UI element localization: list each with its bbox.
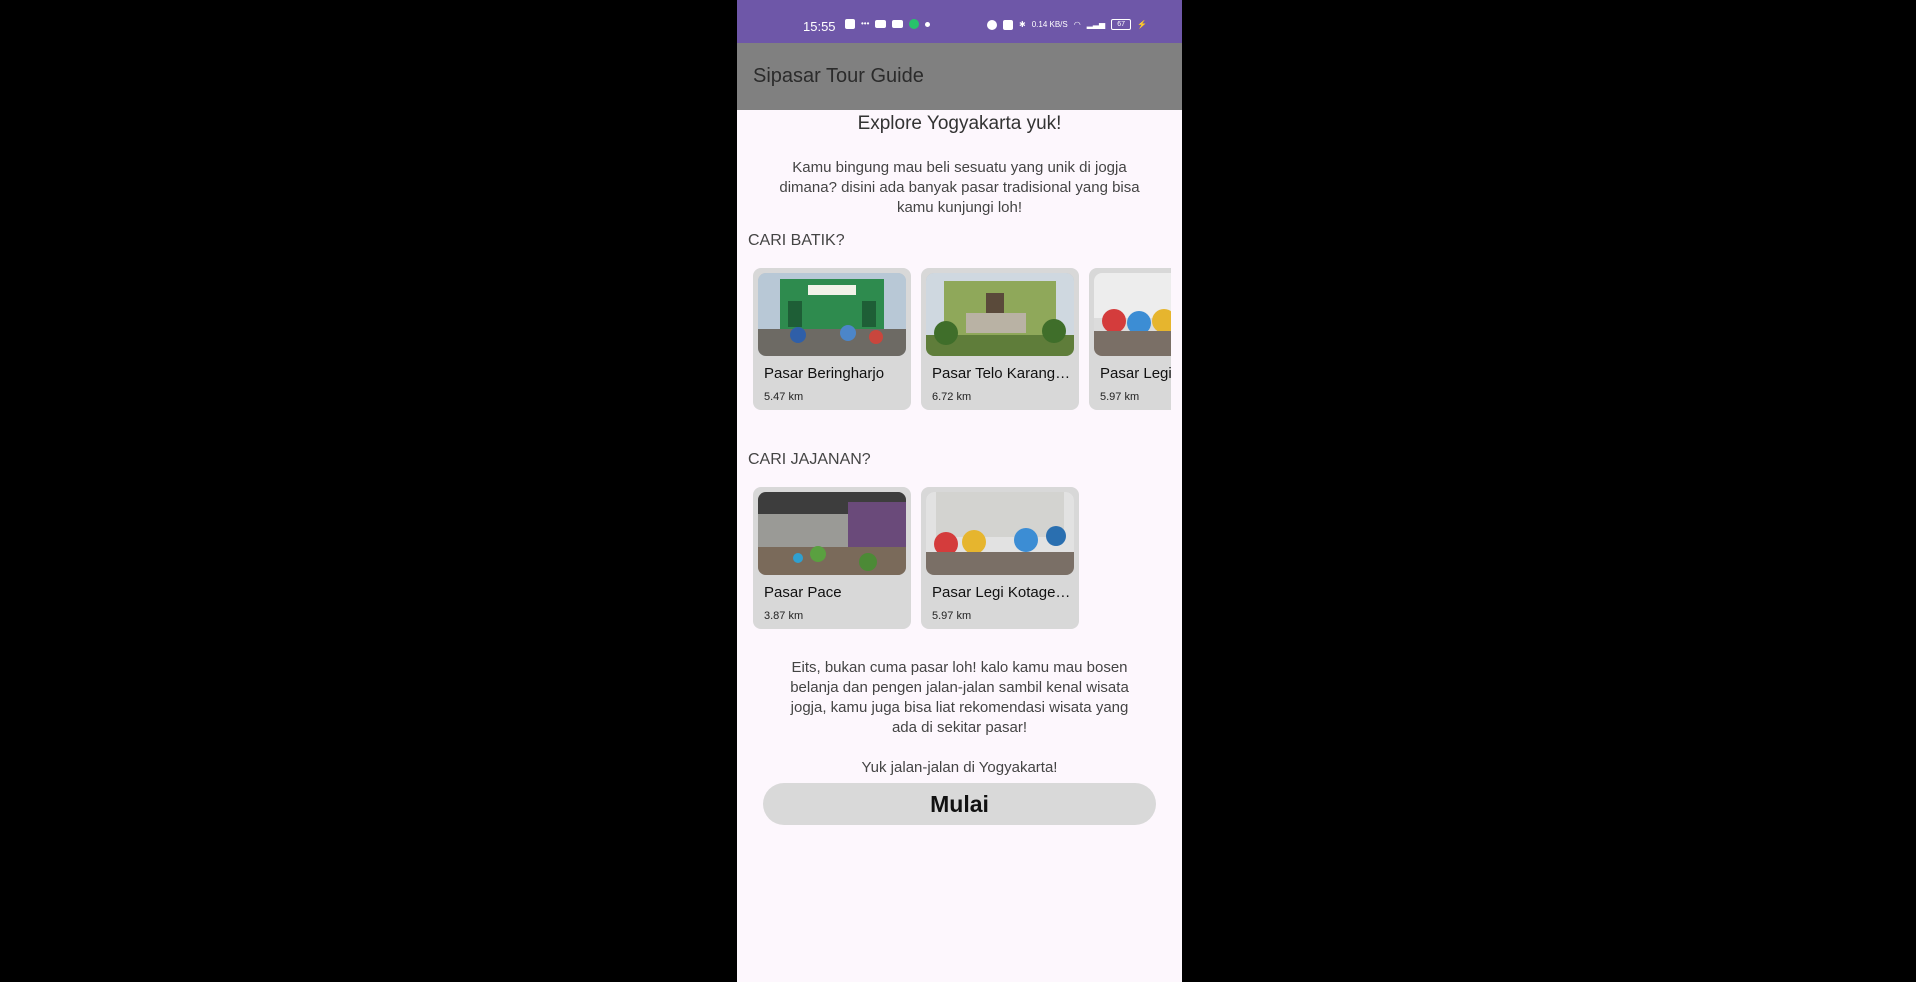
youtube-icon (892, 20, 904, 28)
network-speed: 0.14 KB/S (1031, 19, 1068, 29)
system-icons: ✱ 0.14 KB/S ◠ ▂▃▅ 67 ⚡ (987, 19, 1147, 30)
more-dots-icon: ••• (861, 19, 870, 28)
market-distance: 3.87 km (764, 610, 804, 622)
market-distance: 5.47 km (764, 391, 804, 403)
wifi-icon: ◠ (1073, 19, 1081, 29)
start-button[interactable]: Mulai (763, 783, 1156, 825)
market-name: Pasar Legi Kotagede (1100, 365, 1171, 382)
battery-icon: 67 (1111, 19, 1132, 30)
market-photo (758, 492, 906, 575)
section-label-batik: CARI BATIK? (748, 232, 845, 249)
market-photo (926, 273, 1074, 356)
market-photo (1094, 273, 1171, 356)
vibrate-icon (1003, 19, 1013, 30)
market-card[interactable]: Pasar Legi Kotagede 5.97 km (1089, 268, 1171, 410)
phone-screen: 15:55 ••• ✱ 0.14 KB/S ◠ ▂▃▅ 67 ⚡ Sipasar… (737, 0, 1182, 982)
market-name: Pasar Beringharjo (764, 365, 885, 382)
market-distance: 5.97 km (932, 610, 972, 622)
alarm-icon (987, 19, 997, 30)
message-icon (845, 19, 855, 29)
cta-text: Yuk jalan-jalan di Yogyakarta! (861, 759, 1058, 776)
market-distance: 6.72 km (932, 391, 972, 403)
section-label-jajanan: CARI JAJANAN? (748, 451, 871, 468)
market-card[interactable]: Pasar Beringharjo 5.47 km (753, 268, 911, 410)
jajanan-card-list[interactable]: Pasar Pace 3.87 km Pasar Legi Kotagede 5… (753, 487, 1171, 632)
outro-text: Eits, bukan cuma pasar loh! kalo kamu ma… (790, 659, 1129, 736)
youtube-icon (875, 20, 887, 28)
status-time: 15:55 (803, 19, 836, 34)
market-photo (926, 492, 1074, 575)
market-name: Pasar Legi Kotagede (932, 584, 1072, 601)
market-card[interactable]: Pasar Telo Karangkajen 6.72 km (921, 268, 1079, 410)
market-distance: 5.97 km (1100, 391, 1140, 403)
market-card[interactable]: Pasar Pace 3.87 km (753, 487, 911, 629)
bluetooth-icon: ✱ (1019, 19, 1026, 29)
intro-text: Kamu bingung mau beli sesuatu yang unik … (779, 159, 1140, 216)
market-name: Pasar Telo Karangkajen (932, 365, 1072, 382)
dot-icon (925, 21, 931, 27)
app-title: Sipasar Tour Guide (753, 65, 924, 87)
market-name: Pasar Pace (764, 584, 842, 601)
app-bar: Sipasar Tour Guide (737, 43, 1182, 110)
charging-icon: ⚡ (1137, 19, 1148, 29)
shield-icon (909, 19, 920, 29)
signal-icon: ▂▃▅ (1086, 19, 1106, 29)
page-heading: Explore Yogyakarta yuk! (857, 113, 1062, 134)
market-photo (758, 273, 906, 356)
notification-icons: ••• (845, 19, 931, 29)
market-card[interactable]: Pasar Legi Kotagede 5.97 km (921, 487, 1079, 629)
batik-card-list[interactable]: Pasar Beringharjo 5.47 km Pasar Telo Kar… (753, 268, 1171, 413)
status-bar: 15:55 ••• ✱ 0.14 KB/S ◠ ▂▃▅ 67 ⚡ (737, 0, 1182, 43)
